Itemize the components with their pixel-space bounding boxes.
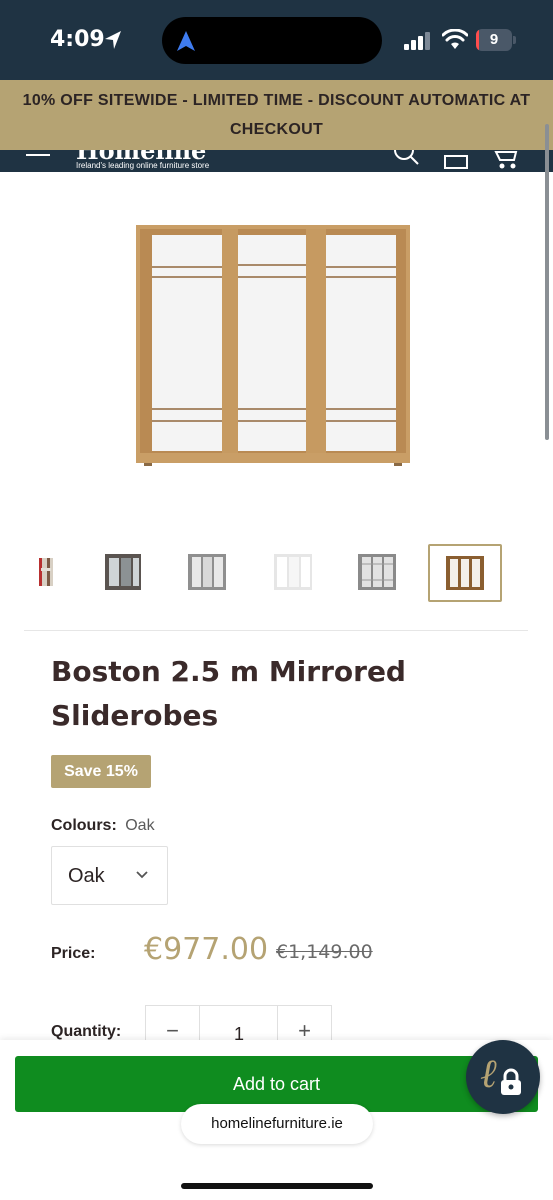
account-icon[interactable] <box>443 150 469 172</box>
thumbnail-image <box>105 554 141 590</box>
chevron-down-icon <box>136 871 148 879</box>
product-image[interactable] <box>50 183 502 513</box>
cellular-signal-icon <box>404 32 430 50</box>
divider <box>24 630 528 631</box>
browser-url-bar[interactable]: homelinefurniture.ie <box>181 1104 373 1144</box>
status-bar: 4:09 9 <box>0 0 553 80</box>
tagline: Ireland's leading online furniture store <box>76 161 210 170</box>
dynamic-island <box>162 17 382 64</box>
product-title: Boston 2.5 m Mirrored Sliderobes <box>51 655 406 732</box>
wifi-icon <box>442 29 468 49</box>
scrollbar[interactable] <box>545 124 549 440</box>
brand-swirl-icon: ℓ <box>480 1051 497 1097</box>
old-price: €1,149.00 <box>276 941 373 963</box>
thumbnail-image <box>188 554 226 590</box>
navigation-arrow-icon <box>177 31 195 51</box>
secure-chat-bubble[interactable]: ℓ <box>466 1040 540 1114</box>
colour-select[interactable]: Oak <box>51 846 168 905</box>
thumbnail-image <box>358 554 396 590</box>
thumbnail-image <box>446 556 484 590</box>
thumbnail-image <box>23 554 59 590</box>
lock-icon <box>501 1068 521 1095</box>
promo-line-2: CHECKOUT <box>229 121 324 138</box>
battery-icon: 9 <box>476 29 516 51</box>
thumbnail-white[interactable] <box>260 540 326 604</box>
thumbnail-grey-mirror[interactable] <box>344 540 410 604</box>
search-icon[interactable] <box>392 150 420 172</box>
cart-icon[interactable] <box>494 150 522 172</box>
location-arrow-icon <box>105 31 121 49</box>
thumbnail-dressing-room[interactable] <box>8 540 74 604</box>
battery-level: 9 <box>489 31 499 48</box>
quantity-label: Quantity: <box>51 1023 122 1040</box>
thumbnail-oak[interactable] <box>428 544 502 602</box>
menu-icon[interactable] <box>26 154 50 156</box>
price: €977.00 <box>144 932 269 967</box>
colours-value: Oak <box>125 817 155 834</box>
colours-label-text: Colours: <box>51 817 117 834</box>
price-label: Price: <box>51 945 96 962</box>
colours-label: Colours: Oak <box>51 817 155 835</box>
home-indicator[interactable] <box>181 1183 373 1189</box>
colour-select-value: Oak <box>68 865 105 887</box>
thumbnail-image <box>274 554 312 590</box>
thumbnail-dark-room[interactable] <box>90 540 156 604</box>
thumbnail-grey[interactable] <box>174 540 240 604</box>
wardrobe-image <box>136 225 410 466</box>
promo-banner[interactable]: 10% OFF SITEWIDE - LIMITED TIME - DISCOU… <box>0 80 553 150</box>
site-header: Homeline Ireland's leading online furnit… <box>0 150 553 172</box>
save-badge: Save 15% <box>51 755 151 788</box>
promo-line-1: 10% OFF SITEWIDE - LIMITED TIME - DISCOU… <box>22 92 531 109</box>
thumbnail-strip <box>0 540 553 606</box>
clock: 4:09 <box>50 27 105 52</box>
